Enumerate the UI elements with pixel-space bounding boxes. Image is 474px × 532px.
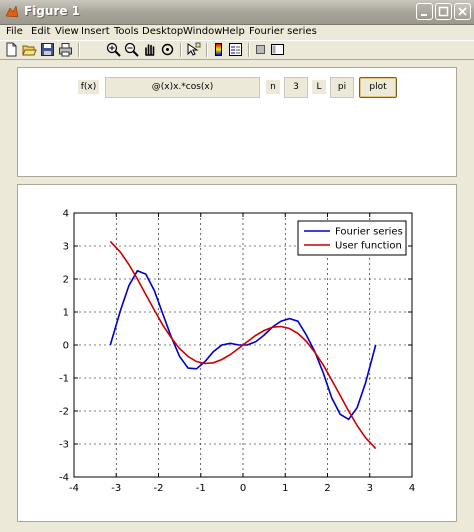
maximize-icon [438, 6, 449, 17]
n-label: n [266, 80, 280, 94]
legend-label: Fourier series [335, 227, 403, 238]
y-tick-label: 3 [63, 242, 69, 253]
menu-window[interactable]: Window [183, 26, 222, 37]
y-tick-label: 4 [63, 209, 69, 220]
x-tick-label: 4 [409, 483, 415, 494]
colorbar-icon[interactable] [211, 42, 226, 57]
close-icon [458, 7, 467, 16]
x-tick-label: -2 [154, 483, 164, 494]
menu-help[interactable]: Help [222, 26, 245, 37]
y-tick-label: 1 [63, 308, 69, 319]
zoom-out-icon[interactable] [124, 42, 139, 57]
toolbar-separator [78, 43, 80, 57]
x-tick-label: 3 [367, 483, 373, 494]
hide-plot-tools-icon[interactable] [253, 42, 268, 57]
new-figure-icon[interactable] [4, 42, 19, 57]
menu-file[interactable]: File [6, 26, 23, 37]
matlab-logo-icon [5, 5, 19, 18]
fx-input[interactable]: @(x)x.*cos(x) [105, 77, 260, 98]
window-title: Figure 1 [24, 4, 81, 18]
menu-desktop[interactable]: Desktop [142, 26, 183, 37]
plot-button[interactable]: plot [359, 77, 397, 98]
zoom-in-icon[interactable] [106, 42, 121, 57]
show-plot-tools-icon[interactable] [270, 42, 285, 57]
menu-insert[interactable]: Insert [81, 26, 110, 37]
minimize-button[interactable] [416, 3, 433, 20]
menu-tools[interactable]: Tools [114, 26, 139, 37]
control-panel: f(x) @(x)x.*cos(x) n 3 L pi plot [17, 67, 457, 177]
legend-label: User function [335, 241, 402, 252]
rotate-3d-icon[interactable] [160, 42, 175, 57]
y-tick-label: 0 [63, 341, 69, 352]
L-input[interactable]: pi [330, 77, 354, 98]
save-icon[interactable] [40, 42, 55, 57]
minimize-icon [421, 14, 427, 16]
x-tick-label: 1 [282, 483, 288, 494]
y-tick-label: -3 [59, 440, 69, 451]
x-tick-label: 0 [240, 483, 246, 494]
y-tick-label: -4 [59, 473, 69, 484]
maximize-button[interactable] [435, 3, 452, 20]
x-tick-label: -4 [69, 483, 79, 494]
print-icon[interactable] [58, 42, 73, 57]
toolbar-separator [180, 43, 182, 57]
fx-label: f(x) [78, 80, 99, 94]
x-tick-label: -1 [196, 483, 206, 494]
pan-icon[interactable] [142, 42, 157, 57]
fourier-plot[interactable]: -4 -3 -2 -1 0 1 2 3 4 4 3 2 1 0 -1 -2 -3 -4 Fourier series… [18, 185, 456, 521]
close-button[interactable] [454, 3, 471, 20]
open-icon[interactable] [22, 42, 37, 57]
y-tick-label: -1 [59, 374, 69, 385]
legend-icon[interactable] [228, 42, 243, 57]
title-bar[interactable]: Figure 1 [0, 0, 474, 25]
y-tick-label: -2 [59, 407, 69, 418]
L-label: L [312, 80, 326, 94]
menu-view[interactable]: View [55, 26, 79, 37]
toolbar-separator [206, 43, 208, 57]
toolbar [0, 40, 474, 60]
menu-edit[interactable]: Edit [31, 26, 50, 37]
y-tick-label: 2 [63, 275, 69, 286]
n-input[interactable]: 3 [284, 77, 308, 98]
x-tick-label: 2 [324, 483, 330, 494]
toolbar-separator [248, 43, 250, 57]
data-cursor-icon[interactable] [186, 42, 201, 57]
menu-fourier-series[interactable]: Fourier series [249, 26, 317, 37]
plot-panel: -4 -3 -2 -1 0 1 2 3 4 4 3 2 1 0 -1 -2 -3 -4 Fourier series… [17, 184, 457, 522]
x-tick-label: -3 [111, 483, 121, 494]
menu-bar: File Edit View Insert Tools Desktop Wind… [0, 24, 474, 40]
